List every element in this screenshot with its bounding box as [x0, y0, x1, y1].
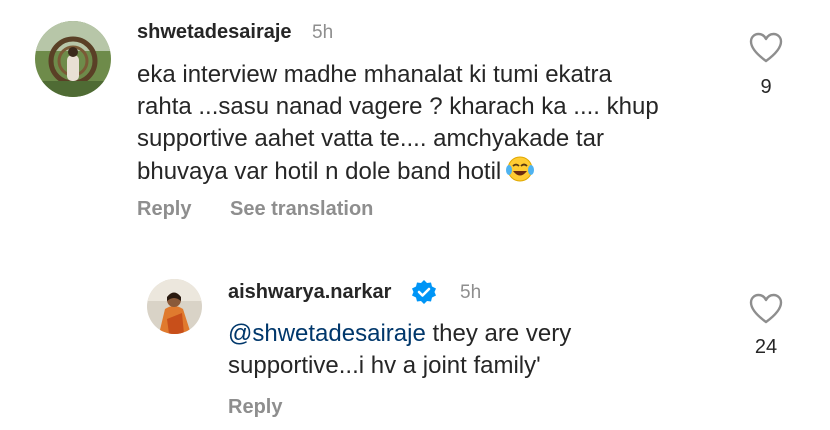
reply-like-count: 24 — [754, 336, 778, 358]
comment-line: eka interview madhe mhanalat ki tumi eka… — [137, 61, 612, 88]
replier-username[interactable]: aishwarya.narkar — [228, 281, 391, 304]
reply-line-text: they are very — [425, 320, 572, 347]
comment-line: supportive aahet vatta te.... amchyakade… — [137, 125, 604, 152]
comment-line-last: bhuvaya var hotil n dole band hotil — [137, 155, 659, 192]
reply-like-heart-icon[interactable] — [749, 293, 783, 329]
avatar-replier[interactable] — [147, 279, 202, 334]
face-with-tears-of-joy-icon — [505, 155, 535, 192]
comment-text: eka interview madhe mhanalat ki tumi eka… — [137, 59, 659, 192]
reply-text: @shwetadesairaje they are very supportiv… — [228, 318, 571, 382]
mention-link[interactable]: @shwetadesairaje — [228, 320, 426, 347]
comment-like-count: 9 — [760, 76, 772, 98]
like-heart-icon[interactable] — [749, 32, 783, 68]
comment-timestamp: 5h — [312, 22, 334, 43]
see-translation-button[interactable]: See translation — [230, 198, 373, 221]
comment-line: bhuvaya var hotil n dole band hotil — [137, 158, 502, 185]
verified-badge-icon — [411, 279, 437, 310]
replier-photo — [147, 279, 202, 334]
reply-button[interactable]: Reply — [137, 198, 191, 221]
avatar-commenter[interactable] — [35, 21, 111, 97]
reply-timestamp: 5h — [460, 282, 482, 303]
commenter-photo — [35, 21, 111, 97]
commenter-username[interactable]: shwetadesairaje — [137, 21, 292, 44]
reply-line: @shwetadesairaje they are very — [228, 318, 571, 350]
comment-line: rahta ...sasu nanad vagere ? kharach ka … — [137, 93, 659, 120]
reply-reply-button[interactable]: Reply — [228, 396, 282, 419]
reply-line: supportive...i hv a joint family' — [228, 352, 541, 379]
